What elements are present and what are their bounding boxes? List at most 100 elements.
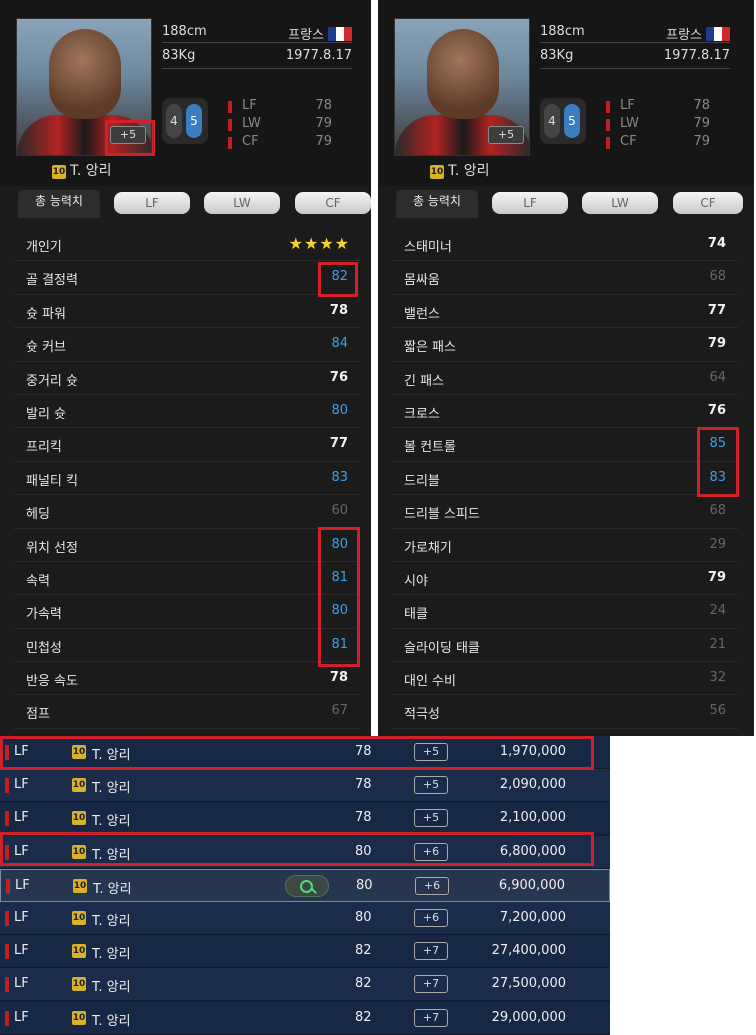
- overall-rating: 78: [355, 744, 372, 759]
- season-badge-icon: 10: [72, 778, 86, 793]
- player-panel-right: +5 10 T. 앙리 188cm 프랑스 83Kg 1977.8.17 4 5 …: [378, 0, 754, 736]
- stat-label: 짧은 패스: [404, 340, 456, 356]
- stat-value: 81: [331, 569, 348, 585]
- position: LF: [14, 1009, 29, 1025]
- tab-lw[interactable]: LW: [204, 192, 280, 214]
- tab-lw[interactable]: LW: [582, 192, 658, 214]
- player-name: T. 앙리: [92, 814, 131, 830]
- market-row[interactable]: LF 10 T. 앙리 80 +6 6,800,000: [0, 835, 610, 869]
- position-bar-icon: [5, 811, 9, 827]
- stat-value: 83: [331, 469, 348, 485]
- position: LF: [15, 877, 30, 893]
- stat-value: 83: [709, 469, 726, 485]
- price: 27,400,000: [491, 943, 566, 959]
- stat-label: 속력: [26, 573, 50, 589]
- market-row[interactable]: LF 10 T. 앙리 78 +5 2,090,000: [0, 769, 610, 803]
- stat-label: 크로스: [404, 406, 440, 422]
- tab-lf[interactable]: LF: [114, 192, 190, 214]
- stat-label: 가속력: [26, 607, 62, 623]
- market-row[interactable]: LF 10 T. 앙리 78 +5 2,100,000: [0, 802, 610, 836]
- stat-row: 스태미너 74: [392, 228, 738, 262]
- stat-row: 태클 24: [392, 595, 738, 629]
- market-row[interactable]: LF 10 T. 앙리 82 +7 27,400,000: [0, 935, 610, 969]
- tab-cf[interactable]: CF: [673, 192, 743, 214]
- position-bar-icon: [5, 1010, 9, 1026]
- stat-value: 79: [707, 336, 726, 352]
- season-badge-icon: 10: [72, 745, 86, 759]
- overall-rating: 80: [355, 843, 372, 859]
- stat-value: 82: [331, 269, 348, 285]
- stat-row: 적극성 56: [392, 695, 738, 729]
- stat-label: 슛 파워: [26, 306, 67, 322]
- overall-rating: 82: [355, 1009, 372, 1025]
- market-row[interactable]: LF 10 T. 앙리 82 +7 27,500,000: [0, 968, 610, 1002]
- market-row[interactable]: LF 10 T. 앙리 80 +6 7,200,000: [0, 902, 610, 935]
- birthdate: 1977.8.17: [285, 48, 352, 63]
- stat-row: 드리블 스피드 68: [392, 495, 738, 529]
- tab-total[interactable]: 총 능력치: [396, 190, 478, 218]
- tab-lf[interactable]: LF: [492, 192, 568, 214]
- stat-label: 드리블: [404, 473, 440, 489]
- stat-value: 78: [329, 670, 348, 686]
- stat-row: 반응 속도 78: [14, 662, 360, 696]
- stat-label: 중거리 슛: [26, 373, 78, 389]
- tab-cf[interactable]: CF: [295, 192, 371, 214]
- player-header: +5 10 T. 앙리 188cm 프랑스 83Kg 1977.8.17 4 5 …: [378, 0, 754, 186]
- season-badge-icon: 10: [430, 165, 444, 179]
- price: 6,800,000: [499, 843, 566, 859]
- price: 2,090,000: [499, 777, 566, 793]
- market-row[interactable]: LF 10 T. 앙리 78 +5 1,970,000: [0, 736, 610, 769]
- player-name-text: T. 앙리: [70, 163, 112, 179]
- stat-row: 볼 컨트롤 85: [392, 428, 738, 462]
- player-name: T. 앙리: [92, 847, 131, 863]
- market-row[interactable]: LF 10 T. 앙리 80 +6 6,900,000: [0, 868, 610, 902]
- weight: 83Kg: [540, 48, 574, 63]
- info-row-1: 188cm 프랑스: [162, 24, 352, 48]
- position-ratings: LF 78 LW 79 CF 79: [228, 98, 332, 152]
- foot-icon: 4 5: [162, 98, 208, 144]
- player-header: +5 10 T. 앙리 188cm 프랑스 83Kg 1977.8.17 4 5 …: [0, 0, 376, 186]
- stat-value: 68: [709, 269, 726, 285]
- stat-label: 개인기: [26, 240, 62, 255]
- stat-label: 점프: [26, 707, 50, 723]
- market-list: LF 10 T. 앙리 78 +5 1,970,000 LF 10 T. 앙리 78 +5 2,090…: [0, 736, 610, 1035]
- stat-label: 헤딩: [26, 507, 50, 523]
- stat-value: 81: [331, 636, 348, 652]
- upgrade-level: +5: [414, 776, 448, 795]
- stat-row: 드리블 83: [392, 462, 738, 496]
- player-panel-left: +5 10 T. 앙리 188cm 프랑스 83Kg 1977.8.17 4 5 …: [0, 0, 376, 736]
- weight: 83Kg: [162, 48, 196, 63]
- upgrade-level: +6: [414, 909, 448, 927]
- nation: 프랑스: [666, 28, 702, 43]
- position-bar-icon: [6, 878, 10, 894]
- stat-value: 76: [329, 369, 348, 385]
- player-name-text: T. 앙리: [448, 163, 490, 179]
- tab-total[interactable]: 총 능력치: [18, 190, 100, 218]
- overall-rating: 80: [356, 877, 373, 893]
- stat-row: 짧은 패스 79: [392, 328, 738, 362]
- stat-value: 60: [331, 503, 348, 519]
- stat-row: 긴 패스 64: [392, 362, 738, 395]
- price: 7,200,000: [499, 910, 566, 925]
- search-icon[interactable]: [285, 874, 329, 897]
- stat-value: 84: [331, 336, 348, 352]
- market-row[interactable]: LF 10 T. 앙리 82 +7 29,000,000: [0, 1001, 610, 1035]
- stat-row: 프리킥 77: [14, 428, 360, 462]
- upgrade-level: +6: [414, 842, 448, 861]
- france-flag-icon: [328, 27, 352, 41]
- position-bar-icon: [5, 745, 9, 760]
- france-flag-icon: [706, 27, 730, 41]
- stat-value: 77: [329, 436, 348, 452]
- stat-value: 68: [709, 503, 726, 519]
- stat-row: 위치 선정 80: [14, 529, 360, 562]
- position: LF: [14, 843, 29, 859]
- stat-label: 긴 패스: [404, 373, 445, 389]
- position-bar-icon: [5, 944, 9, 960]
- position: LF: [14, 777, 29, 793]
- stat-row: 개인기 ★★★★: [14, 228, 360, 262]
- stat-row: 슛 파워 78: [14, 295, 360, 329]
- stat-label: 골 결정력: [26, 273, 78, 289]
- position-bar-icon: [5, 778, 9, 794]
- stat-row: 골 결정력 82: [14, 261, 360, 295]
- foot-icon: 4 5: [540, 98, 586, 144]
